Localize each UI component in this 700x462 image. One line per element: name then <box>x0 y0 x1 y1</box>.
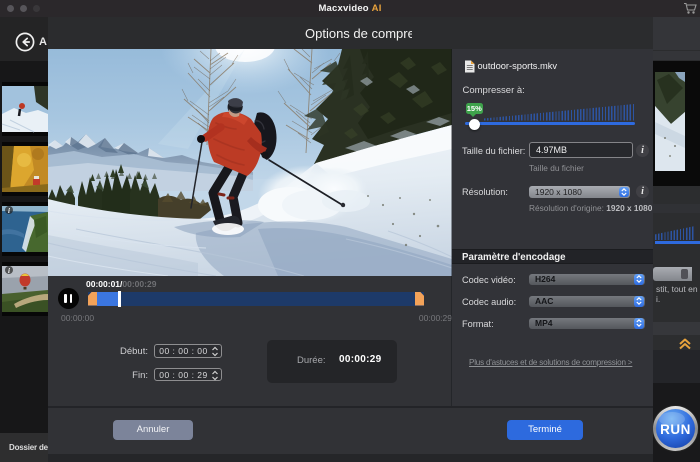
svg-text:RUN: RUN <box>660 422 691 437</box>
svg-text:i: i <box>8 207 10 215</box>
svg-text:i: i <box>8 267 10 275</box>
